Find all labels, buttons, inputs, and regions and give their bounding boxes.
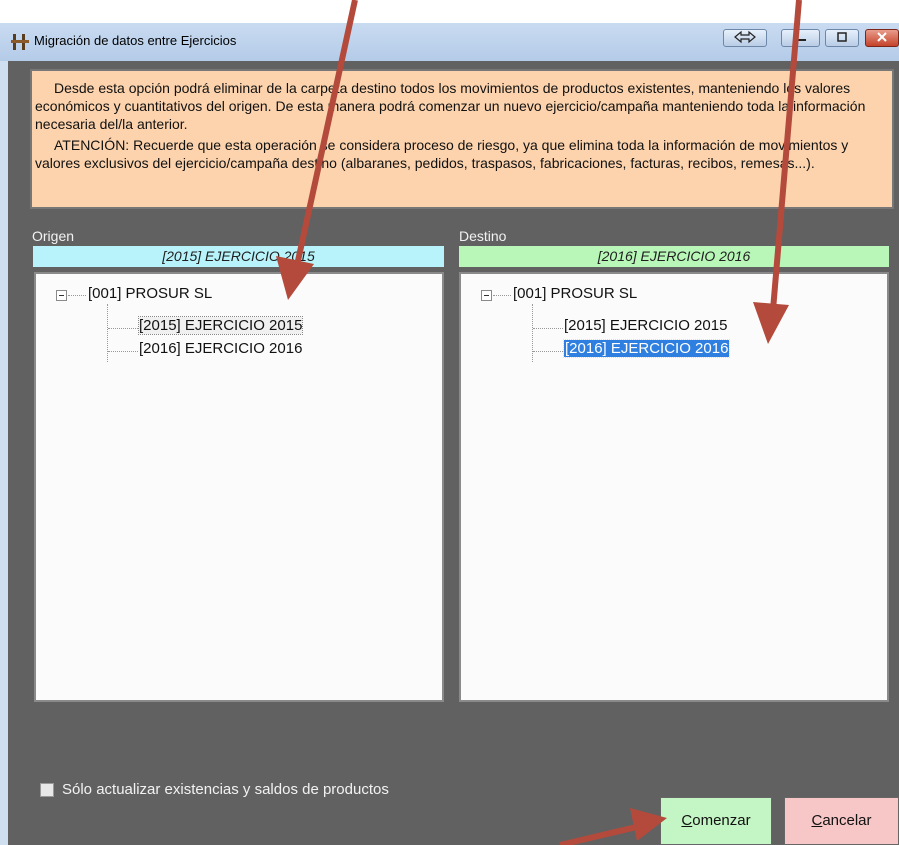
origin-selected-band: [2015] EJERCICIO 2015 <box>33 246 444 267</box>
cancel-button-text: ancelar <box>822 812 872 829</box>
start-button-accel: C <box>681 812 693 829</box>
tree-connector <box>533 328 563 329</box>
restore-toggle-button[interactable] <box>723 29 767 47</box>
double-arrow-icon <box>734 30 756 44</box>
info-paragraph-2: ATENCIÓN: Recuerde que esta operación se… <box>35 137 849 171</box>
tree-connector <box>533 351 563 352</box>
info-panel: Desde esta opción podrá eliminar de la c… <box>30 69 894 209</box>
tree-connector <box>108 351 138 352</box>
dialog-window: Migración de datos entre Ejercicios Desd… <box>0 23 899 845</box>
start-button[interactable]: Comenzar <box>660 797 772 845</box>
dialog-body: Desde esta opción podrá eliminar de la c… <box>8 61 899 845</box>
tree-node-ejercicio-2015[interactable]: [2015] EJERCICIO 2015 <box>564 317 727 334</box>
update-stock-checkbox[interactable] <box>40 783 54 797</box>
tree-connector <box>532 304 533 362</box>
tree-connector <box>108 328 138 329</box>
destination-selected-band: [2016] EJERCICIO 2016 <box>459 246 889 267</box>
title-bar[interactable]: Migración de datos entre Ejercicios <box>0 23 899 61</box>
tree-connector <box>68 295 86 296</box>
cancel-button[interactable]: Cancelar <box>784 797 899 845</box>
collapse-toggle-icon[interactable] <box>56 290 67 301</box>
maximize-icon <box>837 32 847 42</box>
tree-node-ejercicio-2015[interactable]: [2015] EJERCICIO 2015 <box>137 316 304 335</box>
start-button-text: omenzar <box>692 812 751 829</box>
tree-node-ejercicio-2016[interactable]: [2016] EJERCICIO 2016 <box>139 340 302 357</box>
maximize-button[interactable] <box>825 29 859 47</box>
origin-tree[interactable]: [001] PROSUR SL [2015] EJERCICIO 2015 [2… <box>34 272 444 702</box>
destination-label: Destino <box>459 228 507 244</box>
collapse-toggle-icon[interactable] <box>481 290 492 301</box>
update-stock-checkbox-label[interactable]: Sólo actualizar existencias y saldos de … <box>62 781 389 798</box>
info-paragraph-1: Desde esta opción podrá eliminar de la c… <box>35 80 866 132</box>
tree-node-company[interactable]: [001] PROSUR SL <box>88 285 212 302</box>
minimize-icon <box>795 39 806 41</box>
tree-connector <box>107 304 108 362</box>
app-icon <box>11 34 29 50</box>
destination-tree[interactable]: [001] PROSUR SL [2015] EJERCICIO 2015 [2… <box>459 272 889 702</box>
tree-node-ejercicio-2016[interactable]: [2016] EJERCICIO 2016 <box>562 339 731 358</box>
tree-connector <box>493 295 511 296</box>
cancel-button-accel: C <box>811 812 823 829</box>
tree-node-company[interactable]: [001] PROSUR SL <box>513 285 637 302</box>
close-icon <box>877 32 887 42</box>
minimize-button[interactable] <box>781 29 820 47</box>
close-button[interactable] <box>865 29 899 47</box>
window-title: Migración de datos entre Ejercicios <box>34 33 237 48</box>
origin-label: Origen <box>32 228 75 244</box>
